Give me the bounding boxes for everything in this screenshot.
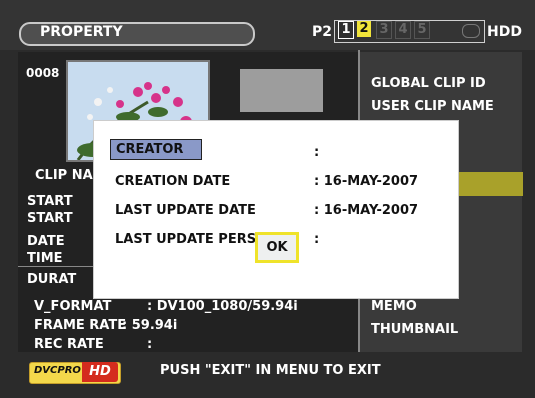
dvcpro-badge-text: DVCPRO	[34, 365, 81, 376]
start-label-1: START	[27, 194, 73, 209]
slot-2[interactable]: 2	[357, 21, 371, 37]
last-update-date-value: : 16-MAY-2007	[314, 203, 419, 218]
clip-number: 0008	[26, 66, 60, 80]
rec-rate-value: :	[147, 337, 153, 352]
frame-rate-value: : 59.94i	[122, 318, 178, 333]
menu-item-memo[interactable]: MEMO	[371, 299, 417, 315]
slot-4[interactable]: 4	[395, 21, 411, 39]
last-update-person-label: LAST UPDATE PERSON	[115, 232, 279, 247]
rec-rate-label: REC RATE	[34, 337, 104, 352]
slot-1[interactable]: 1	[338, 21, 354, 39]
v-format-value: : DV100_1080/59.94i	[147, 299, 298, 314]
slot-3[interactable]: 3	[376, 21, 392, 39]
menu-item-thumbnail[interactable]: THUMBNAIL	[371, 322, 458, 338]
hdd-label: HDD	[487, 24, 522, 40]
date-label: DATE	[27, 234, 65, 249]
menu-item-highlight	[456, 172, 523, 196]
last-update-person-value: :	[314, 232, 320, 247]
preview-placeholder	[240, 69, 323, 112]
creation-date-value: : 16-MAY-2007	[314, 174, 419, 189]
creator-field[interactable]: CREATOR	[110, 139, 202, 160]
menu-item-global-clip-id[interactable]: GLOBAL CLIP ID	[371, 76, 486, 92]
clip-name-label: CLIP NA	[35, 168, 93, 183]
last-update-date-label: LAST UPDATE DATE	[115, 203, 256, 218]
p2-label: P2	[312, 24, 333, 40]
frame-rate-label: FRAME RATE	[34, 318, 127, 333]
footer-message: PUSH "EXIT" IN MENU TO EXIT	[160, 363, 381, 378]
slot-5[interactable]: 5	[414, 21, 430, 39]
hdd-icon	[462, 24, 480, 38]
ok-button[interactable]: OK	[255, 232, 299, 263]
creator-label: CREATOR	[116, 142, 184, 157]
hd-badge-text: HD	[82, 362, 118, 382]
creator-value: :	[314, 145, 320, 160]
creation-date-label: CREATION DATE	[115, 174, 231, 189]
start-label-2: START	[27, 211, 73, 226]
time-label: TIME	[27, 251, 63, 266]
v-format-label: V_FORMAT	[34, 299, 112, 314]
menu-item-user-clip-name[interactable]: USER CLIP NAME	[371, 99, 494, 115]
duration-label: DURAT	[27, 272, 77, 287]
page-title: PROPERTY	[40, 24, 123, 40]
